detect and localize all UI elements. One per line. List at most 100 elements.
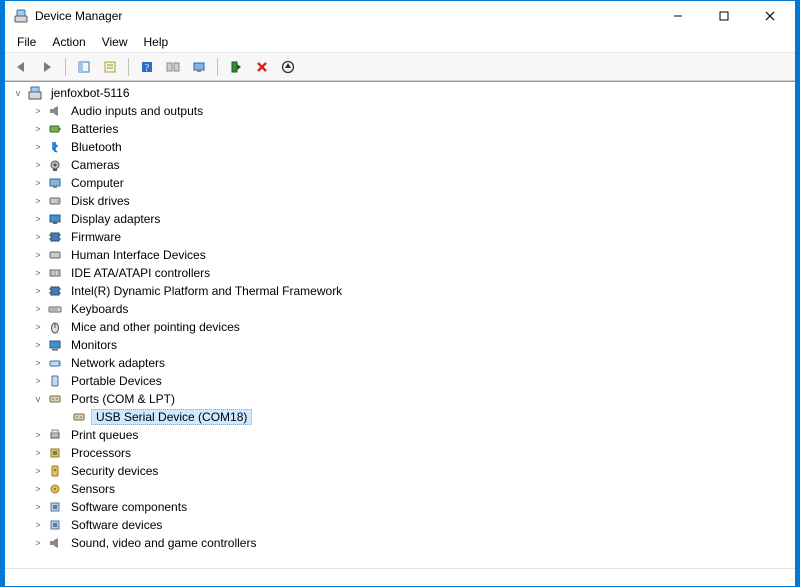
- tree-category[interactable]: >Firmware: [11, 228, 795, 246]
- disk-icon: [47, 193, 63, 209]
- tree-category[interactable]: > Sound, video and game controllers: [11, 534, 795, 552]
- port-icon: [47, 391, 63, 407]
- tree-category-label: Print queues: [67, 428, 142, 442]
- titlebar: Device Manager: [5, 1, 795, 31]
- enable-device-button[interactable]: [224, 56, 248, 78]
- tree-category[interactable]: > Computer: [11, 174, 795, 192]
- expand-toggle-icon[interactable]: >: [31, 518, 45, 532]
- tree-category-label: Security devices: [67, 464, 162, 478]
- expand-toggle-icon[interactable]: >: [31, 140, 45, 154]
- tree-category-label: Sound, video and game controllers: [67, 536, 260, 550]
- tree-category-label: Disk drives: [67, 194, 134, 208]
- tree-device[interactable]: USB Serial Device (COM18): [11, 408, 795, 426]
- expand-toggle-icon[interactable]: >: [31, 428, 45, 442]
- expand-toggle-icon[interactable]: >: [31, 338, 45, 352]
- help-button[interactable]: ?: [135, 56, 159, 78]
- tree-category-label: Human Interface Devices: [67, 248, 210, 262]
- tree-device-label: USB Serial Device (COM18): [91, 409, 252, 425]
- expand-toggle-icon[interactable]: >: [31, 158, 45, 172]
- mouse-icon: [47, 319, 63, 335]
- chip-icon: [47, 283, 63, 299]
- expand-toggle-icon[interactable]: >: [31, 302, 45, 316]
- tree-category[interactable]: >Software devices: [11, 516, 795, 534]
- tree-category[interactable]: >Software components: [11, 498, 795, 516]
- show-hidden-devices-button[interactable]: [161, 56, 185, 78]
- tree-category[interactable]: >Monitors: [11, 336, 795, 354]
- toolbar-separator: [128, 58, 129, 76]
- minimize-button[interactable]: [655, 1, 701, 31]
- nav-forward-button[interactable]: [35, 56, 59, 78]
- update-driver-button[interactable]: [276, 56, 300, 78]
- expand-toggle-icon[interactable]: >: [31, 464, 45, 478]
- menu-help[interactable]: Help: [136, 33, 177, 51]
- component-icon: [47, 499, 63, 515]
- expand-toggle-icon[interactable]: >: [31, 122, 45, 136]
- tree-category[interactable]: >Audio inputs and outputs: [11, 102, 795, 120]
- show-hide-console-button[interactable]: [72, 56, 96, 78]
- nav-back-button[interactable]: [9, 56, 33, 78]
- keyboard-icon: [47, 301, 63, 317]
- expand-toggle-icon[interactable]: >: [31, 212, 45, 226]
- tree-category[interactable]: > Bluetooth: [11, 138, 795, 156]
- window-title: Device Manager: [35, 9, 122, 23]
- hid-icon: [47, 247, 63, 263]
- expand-toggle-icon[interactable]: >: [31, 176, 45, 190]
- device-manager-window: Device Manager File Action View Help: [4, 0, 796, 587]
- tree-category-label: Bluetooth: [67, 140, 126, 154]
- expand-spacer: [55, 410, 69, 424]
- menu-action[interactable]: Action: [44, 33, 93, 51]
- expand-toggle-icon[interactable]: >: [31, 284, 45, 298]
- expand-toggle-icon[interactable]: >: [31, 320, 45, 334]
- expand-toggle-icon[interactable]: v: [11, 86, 25, 100]
- tree-category-label: IDE ATA/ATAPI controllers: [67, 266, 214, 280]
- tree-category[interactable]: >Processors: [11, 444, 795, 462]
- tree-category[interactable]: > Disk drives: [11, 192, 795, 210]
- expand-toggle-icon[interactable]: >: [31, 230, 45, 244]
- tree-category[interactable]: v Ports (COM & LPT): [11, 390, 795, 408]
- properties-button[interactable]: [98, 56, 122, 78]
- tree-category[interactable]: >Keyboards: [11, 300, 795, 318]
- close-button[interactable]: [747, 1, 793, 31]
- expand-toggle-icon[interactable]: >: [31, 500, 45, 514]
- tree-category[interactable]: > Network adapters: [11, 354, 795, 372]
- tree-category[interactable]: >Intel(R) Dynamic Platform and Thermal F…: [11, 282, 795, 300]
- uninstall-device-button[interactable]: [250, 56, 274, 78]
- tree-category[interactable]: >Cameras: [11, 156, 795, 174]
- tree-category-label: Network adapters: [67, 356, 169, 370]
- menu-view[interactable]: View: [94, 33, 136, 51]
- expand-toggle-icon[interactable]: v: [31, 392, 45, 406]
- expand-toggle-icon[interactable]: >: [31, 194, 45, 208]
- expand-toggle-icon[interactable]: >: [31, 482, 45, 496]
- device-tree[interactable]: v jenfoxbot-5116 >Audio inputs and outpu…: [5, 82, 795, 568]
- tree-category[interactable]: > IDE ATA/ATAPI controllers: [11, 264, 795, 282]
- maximize-button[interactable]: [701, 1, 747, 31]
- expand-toggle-icon[interactable]: >: [31, 104, 45, 118]
- tree-category-label: Ports (COM & LPT): [67, 392, 179, 406]
- scan-hardware-button[interactable]: [187, 56, 211, 78]
- toolbar: ?: [5, 53, 795, 81]
- speaker-icon: [47, 103, 63, 119]
- expand-toggle-icon[interactable]: >: [31, 248, 45, 262]
- tree-category[interactable]: > Sensors: [11, 480, 795, 498]
- ide-icon: [47, 265, 63, 281]
- menubar: File Action View Help: [5, 31, 795, 53]
- expand-toggle-icon[interactable]: >: [31, 536, 45, 550]
- tree-category[interactable]: >Display adapters: [11, 210, 795, 228]
- tree-category[interactable]: >Portable Devices: [11, 372, 795, 390]
- expand-toggle-icon[interactable]: >: [31, 374, 45, 388]
- tree-category-label: Sensors: [67, 482, 119, 496]
- toolbar-separator: [217, 58, 218, 76]
- menu-file[interactable]: File: [9, 33, 44, 51]
- tree-root[interactable]: v jenfoxbot-5116: [11, 84, 795, 102]
- port-icon: [71, 409, 87, 425]
- tree-category[interactable]: >Batteries: [11, 120, 795, 138]
- tree-category[interactable]: > Security devices: [11, 462, 795, 480]
- expand-toggle-icon[interactable]: >: [31, 266, 45, 280]
- tree-category[interactable]: > Human Interface Devices: [11, 246, 795, 264]
- tree-category[interactable]: > Print queues: [11, 426, 795, 444]
- printer-icon: [47, 427, 63, 443]
- tree-category[interactable]: >Mice and other pointing devices: [11, 318, 795, 336]
- expand-toggle-icon[interactable]: >: [31, 446, 45, 460]
- tree-category-label: Computer: [67, 176, 128, 190]
- expand-toggle-icon[interactable]: >: [31, 356, 45, 370]
